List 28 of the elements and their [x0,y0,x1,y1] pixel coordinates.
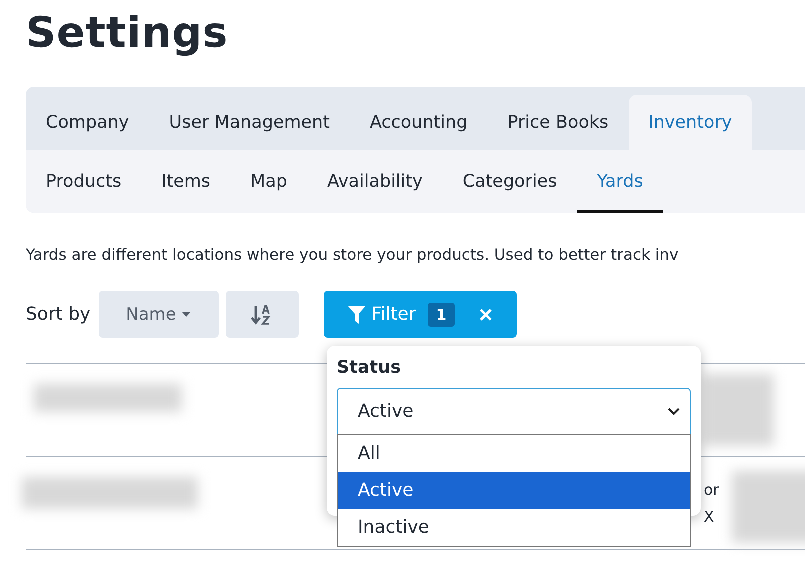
status-label: Status [337,358,402,380]
filter-count-badge: 1 [428,302,455,326]
tab[interactable]: Accounting [350,95,488,150]
tab[interactable]: Inventory [628,95,752,150]
status-option[interactable]: Active [338,472,690,509]
sort-order-icon [251,304,274,324]
cell-text: or X [704,480,720,528]
tab[interactable]: Price Books [488,95,629,150]
description-text: Yards are different locations where you store your products. Used to better track inv [25,245,680,266]
sub-tab[interactable]: Categories [442,150,578,213]
sub-tab[interactable]: Yards [577,150,664,213]
page-title: Settings [25,7,230,59]
sort-label: Sort by [26,304,91,325]
filter-button[interactable]: Filter 1 [324,291,517,338]
sort-field-dropdown[interactable]: Name [98,291,219,338]
close-icon[interactable] [478,308,493,322]
status-option[interactable]: All [338,435,690,472]
sub-tab[interactable]: Map [230,150,308,213]
tab[interactable]: Company [26,95,150,150]
sub-tab[interactable]: Products [26,150,142,213]
sub-tab[interactable]: Availability [307,150,443,213]
tab[interactable]: User Management [149,95,350,150]
status-option[interactable]: Inactive [338,509,690,546]
sub-tab[interactable]: Items [142,150,231,213]
filter-icon [348,306,366,324]
chevron-down-icon [668,408,680,416]
sort-direction-button[interactable] [226,291,299,338]
caret-icon [182,312,192,317]
